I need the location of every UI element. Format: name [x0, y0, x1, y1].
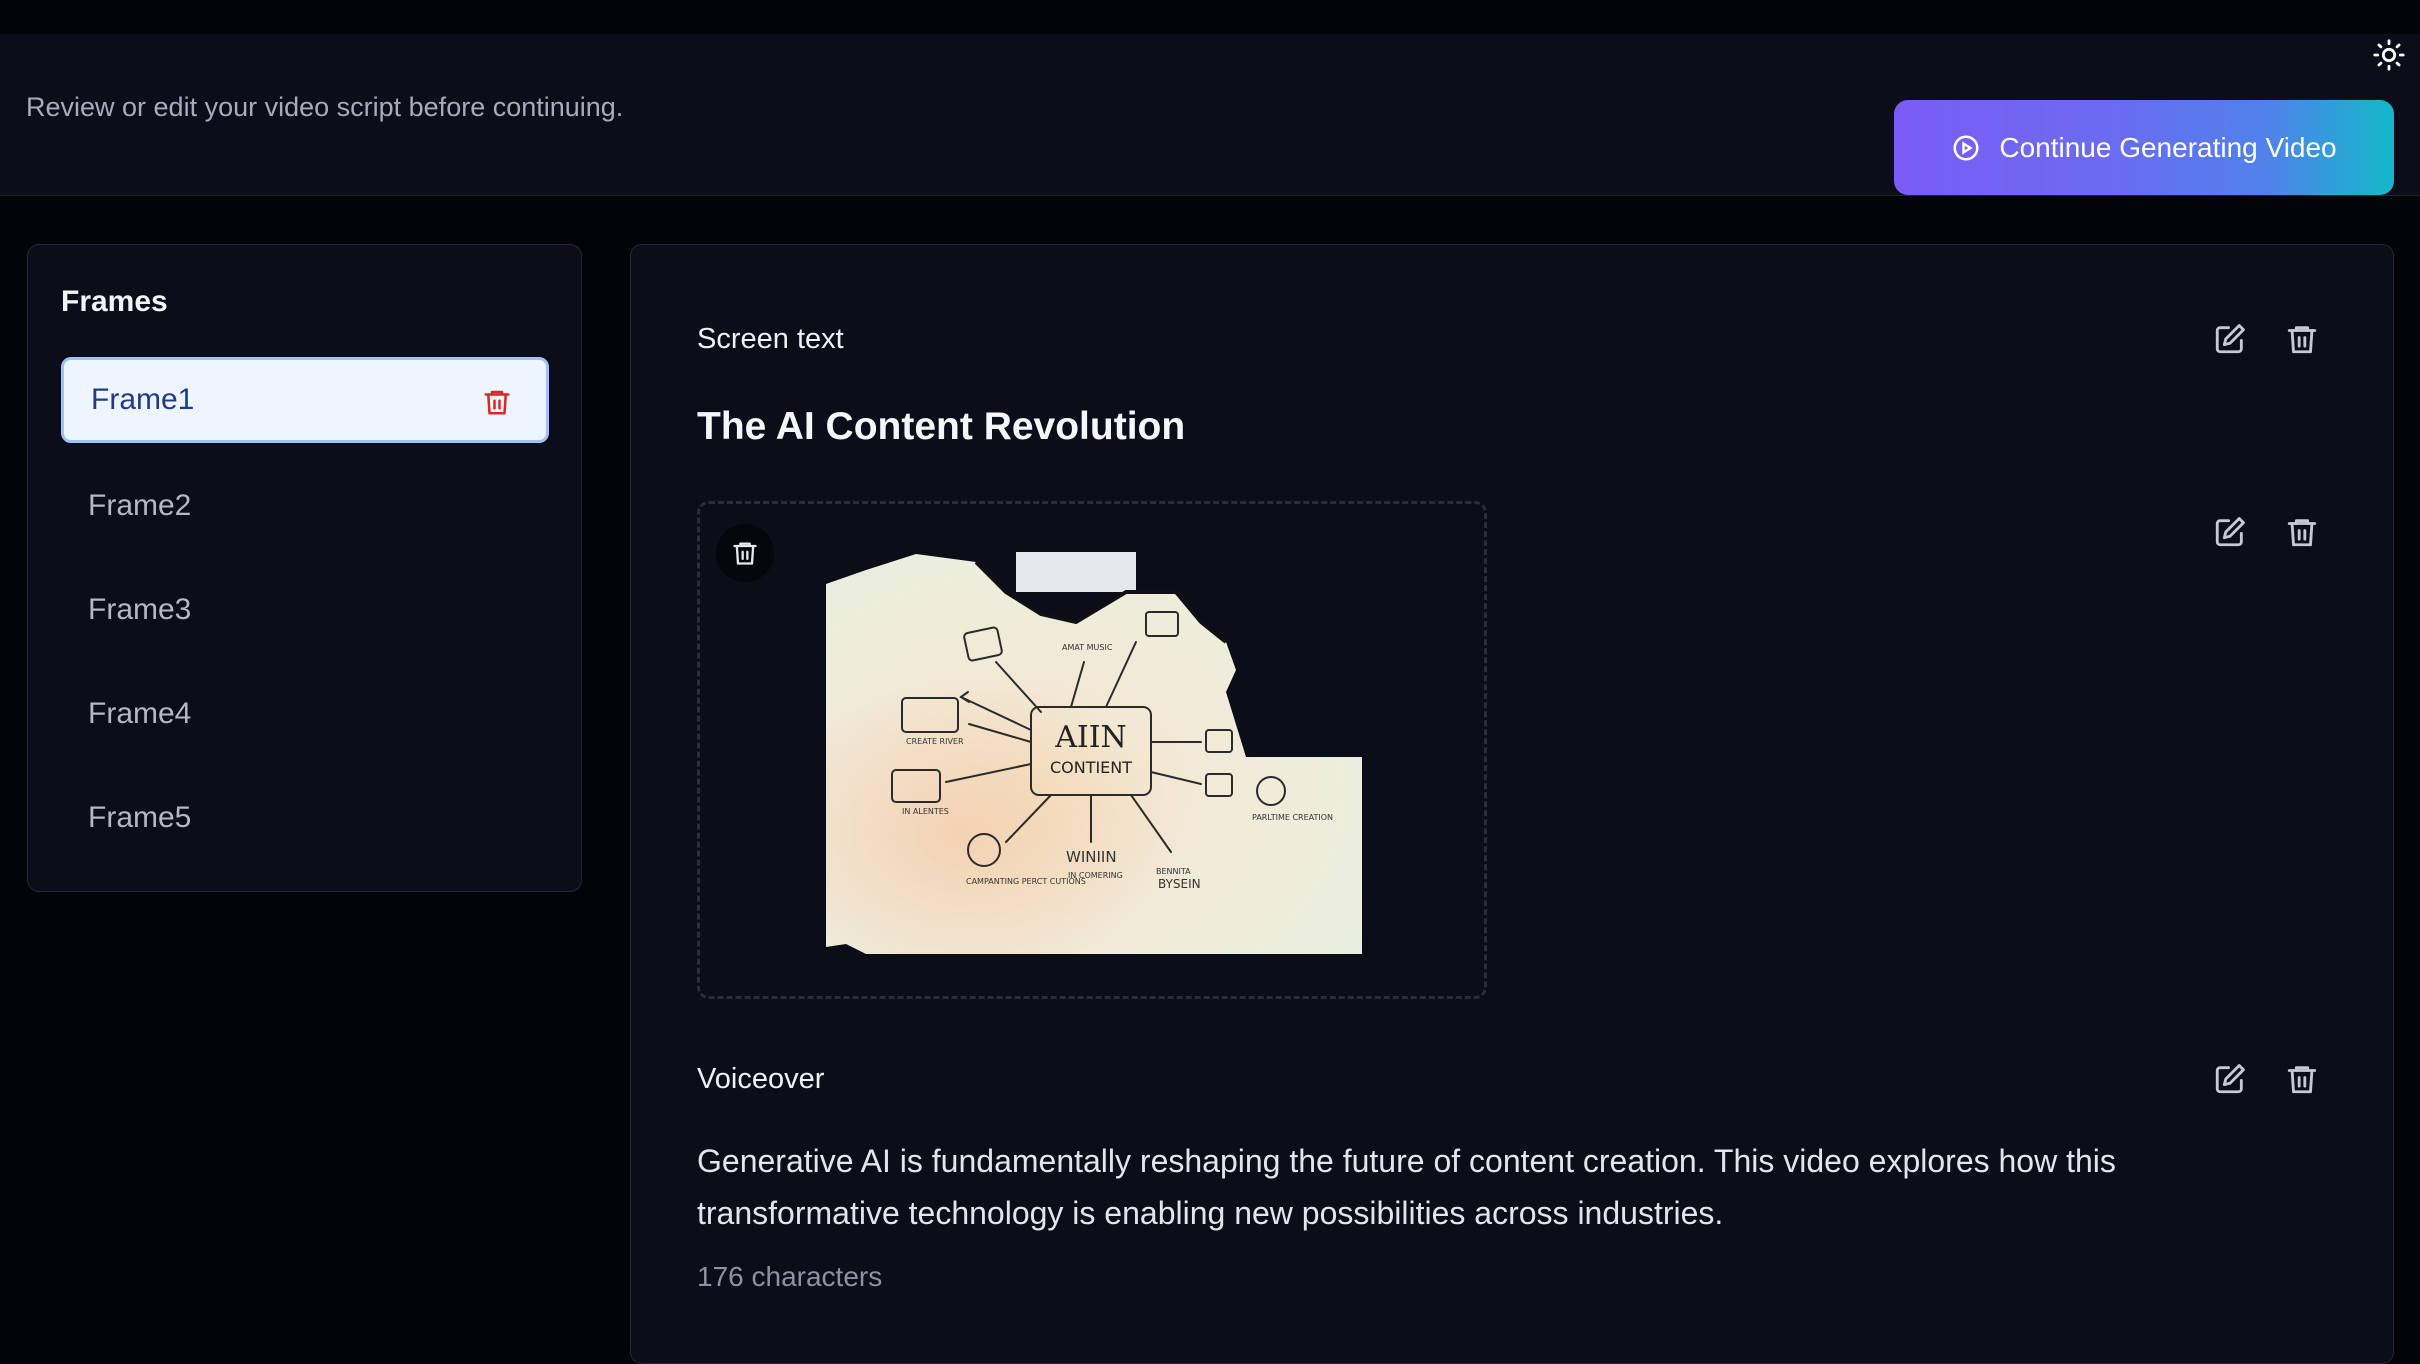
sketch-label: CREATE RIVER	[906, 737, 964, 746]
page-subtitle: Review or edit your video script before …	[26, 92, 624, 122]
image-delete-button[interactable]	[716, 524, 774, 582]
sketch-label: PARLTIME CREATION	[1252, 813, 1333, 822]
sidebar-item-frame3[interactable]: Frame3	[61, 567, 549, 653]
frame-editor-panel: Screen text The AI Content Revolution AI…	[630, 244, 2394, 1364]
sketch-label: IN ALENTES	[902, 807, 949, 816]
edit-icon[interactable]	[2213, 1062, 2247, 1096]
play-circle-icon	[1951, 133, 1981, 163]
frame-image-dropzone[interactable]: AIIN CONTIENT CREATE RIVER IN ALENTES CA…	[697, 501, 1487, 999]
page-header: Review or edit your video script before …	[0, 34, 2420, 196]
continue-generating-video-button[interactable]: Continue Generating Video	[1894, 100, 2394, 195]
frame-label: Frame5	[88, 801, 192, 834]
sun-icon[interactable]	[2372, 38, 2406, 72]
sidebar-item-frame2[interactable]: Frame2	[61, 463, 549, 549]
trash-icon[interactable]	[2285, 322, 2319, 356]
top-strip	[0, 0, 2420, 34]
frame-image: AIIN CONTIENT CREATE RIVER IN ALENTES CA…	[826, 552, 1362, 954]
edit-icon[interactable]	[2213, 515, 2247, 549]
sketch-label: BENNITA	[1156, 867, 1191, 876]
trash-icon	[733, 542, 757, 565]
edit-icon[interactable]	[2213, 322, 2247, 356]
screen-title[interactable]: The AI Content Revolution	[697, 405, 1185, 449]
sketch-label: IN COMERING	[1068, 871, 1123, 880]
voiceover-text[interactable]: Generative AI is fundamentally reshaping…	[697, 1135, 2257, 1239]
screen-text-label: Screen text	[697, 323, 844, 355]
sketch-label: BYSEIN	[1158, 877, 1201, 891]
sidebar-item-frame1[interactable]: Frame1	[61, 357, 549, 443]
continue-button-label: Continue Generating Video	[1999, 131, 2337, 163]
trash-icon[interactable]	[2285, 1062, 2319, 1096]
trash-icon[interactable]	[2285, 515, 2319, 549]
sketch-center-line2: CONTIENT	[1050, 758, 1132, 777]
sidebar-title: Frames	[61, 285, 168, 318]
voiceover-label: Voiceover	[697, 1063, 825, 1095]
sketch-center-line1: AIIN	[1054, 720, 1127, 755]
frames-sidebar: Frames Frame1 Frame2 Frame3 Frame4 Frame…	[27, 244, 582, 892]
sketch-label: AMAT MUSIC	[1062, 643, 1113, 652]
frame-label: Frame2	[88, 489, 192, 522]
sidebar-item-frame5[interactable]: Frame5	[61, 775, 549, 861]
sketch-label: WINIIN	[1066, 848, 1117, 866]
trash-icon[interactable]	[482, 387, 512, 417]
sidebar-item-frame4[interactable]: Frame4	[61, 671, 549, 757]
character-count: 176 characters	[697, 1261, 883, 1292]
frame-label: Frame3	[88, 593, 192, 626]
frame-label: Frame1	[91, 383, 195, 416]
frame-label: Frame4	[88, 697, 192, 730]
